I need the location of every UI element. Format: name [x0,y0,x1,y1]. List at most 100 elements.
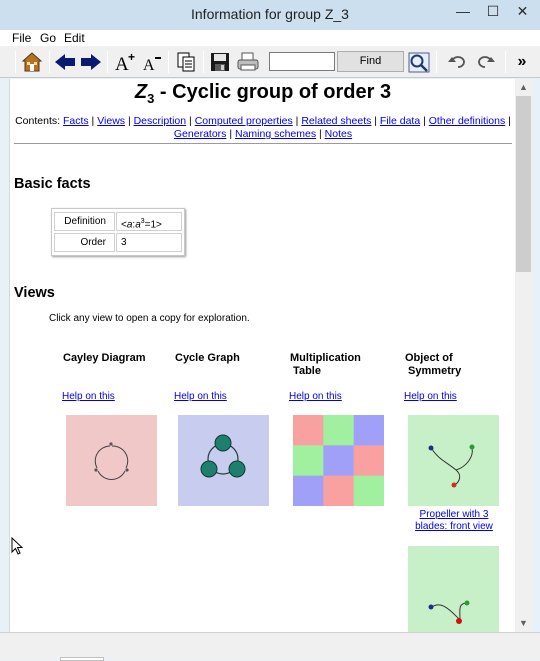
facts-row-order: Order 3 [54,233,182,252]
toolbar-separator [15,51,16,73]
fact-key: Order [54,233,115,252]
cayley-node [109,442,113,446]
home-icon[interactable] [20,50,44,74]
table-cell-blue [353,415,385,446]
title-bar: Information for group Z_3 — ☐ ✕ [0,0,540,30]
table-cell-green [323,415,354,446]
toolbar-separator [49,51,50,73]
contents-link-related-sheets[interactable]: Related sheets [301,115,371,127]
toolbar-overflow-button[interactable]: » [510,50,534,74]
status-bar-tab [60,657,104,661]
help-link-multiplication-table[interactable]: Help on this [289,391,342,402]
view-title-symmetry: Object of Symmetry [405,352,462,377]
cayley-diagram [66,415,157,506]
fact-key: Definition [54,212,115,231]
scroll-up-arrow-icon[interactable]: ▲ [515,79,532,96]
content-pane: Z3 - Cyclic group of order 3 Contents: F… [9,79,515,632]
mouse-cursor-icon [11,536,24,560]
svg-text:A: A [115,54,129,73]
thumbnail-background [408,546,499,632]
toolbar-separator [203,51,204,73]
thumbnail-background [408,415,499,506]
basic-facts-table: Definition <a:a3=1> Order 3 [51,208,185,256]
copy-icon[interactable] [174,50,198,74]
contents-link-notes[interactable]: Notes [325,128,352,140]
decrease-font-icon[interactable]: A [140,50,164,74]
svg-text:A: A [143,57,155,73]
facts-row-definition: Definition <a:a3=1> [54,212,182,231]
toolbar-separator [168,51,169,73]
cycle-graph-thumbnail[interactable] [178,415,269,506]
propeller-drawing [408,415,499,506]
title-symbol: Z [134,81,148,103]
increase-font-icon[interactable]: A + [113,50,137,74]
view-title-multiplication-table: Multiplication Table [290,352,361,377]
table-cell-red [323,475,354,507]
propeller-tip [464,600,470,606]
toolbar-separator [107,51,108,73]
toolbar: A + A Find » [0,46,540,78]
maximize-button[interactable]: ☐ [478,0,508,24]
divider [14,143,512,144]
help-link-cycle-graph[interactable]: Help on this [174,391,227,402]
propeller-tip [469,444,475,450]
contents-link-facts[interactable]: Facts [63,115,89,127]
view-title-cycle-graph: Cycle Graph [175,352,240,364]
menu-go[interactable]: Go [40,31,56,45]
contents-link-naming-schemes[interactable]: Naming schemes [235,128,316,140]
help-link-symmetry[interactable]: Help on this [404,391,457,402]
cycle-node [228,460,246,478]
views-heading: Views [14,285,55,301]
contents-link-computed-properties[interactable]: Computed properties [195,115,293,127]
cayley-node [94,468,98,472]
fact-value: <a:a3=1> [116,212,182,231]
svg-text:+: + [128,51,135,64]
find-button[interactable]: Find [337,51,404,72]
save-icon[interactable] [208,50,232,74]
multiplication-table-thumbnail[interactable] [293,415,385,507]
vertical-scrollbar[interactable]: ▲ ▼ [515,79,532,632]
propeller-tip [428,445,434,451]
table-cell-red [353,445,385,476]
propeller-tip [456,618,462,624]
cayley-diagram-thumbnail[interactable] [66,415,157,506]
contents-link-other-definitions[interactable]: Other definitions [429,115,505,127]
symmetry-caption-link[interactable]: Propeller with 3 blades: front view [406,509,502,533]
forward-arrow-icon[interactable] [80,50,102,74]
contents-link-views[interactable]: Views [97,115,125,127]
propeller-tip [428,604,434,610]
status-bar [0,632,540,661]
contents-link-file-data[interactable]: File data [380,115,420,127]
redo-icon[interactable] [474,50,496,74]
minimize-button[interactable]: — [448,0,478,24]
find-input[interactable] [269,52,335,71]
undo-icon[interactable] [447,50,469,74]
page-title: Z3 - Cyclic group of order 3 [10,81,515,106]
cayley-node [125,468,129,472]
contents-nav: Contents: Facts | Views | Description | … [15,115,511,140]
fact-value: 3 [116,233,182,252]
table-cell-red [293,415,324,446]
print-icon[interactable] [236,50,260,74]
symmetry-object-thumbnail[interactable] [408,415,499,506]
toolbar-separator [505,51,506,73]
title-text: - Cyclic group of order 3 [154,81,392,103]
thumbnail-background [66,415,157,506]
contents-link-generators[interactable]: Generators [174,128,227,140]
table-cell-green [353,475,385,507]
view-title-cayley: Cayley Diagram [63,352,146,364]
close-button[interactable]: ✕ [505,0,540,24]
search-icon[interactable] [408,50,430,74]
symmetry-object-thumbnail[interactable] [408,546,499,632]
scroll-down-arrow-icon[interactable]: ▼ [515,615,532,632]
table-cell-blue [323,445,354,476]
menu-bar: File Go Edit [0,30,540,46]
contents-label: Contents: [15,115,61,127]
menu-edit[interactable]: Edit [64,31,85,45]
menu-file[interactable]: File [12,31,31,45]
help-link-cayley[interactable]: Help on this [62,391,115,402]
contents-link-description[interactable]: Description [134,115,187,127]
scrollbar-thumb[interactable] [516,96,531,272]
toolbar-separator [436,51,437,73]
back-arrow-icon[interactable] [54,50,76,74]
